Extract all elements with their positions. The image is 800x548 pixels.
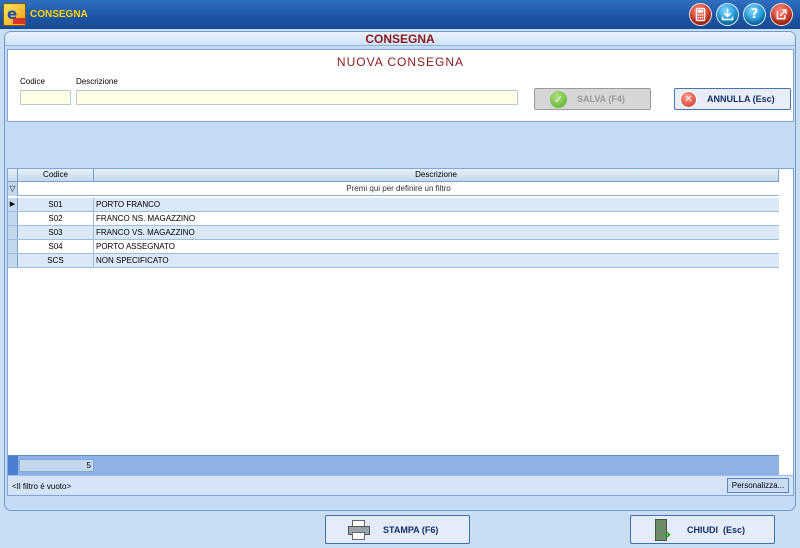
- exit-icon: [776, 9, 787, 20]
- table-row[interactable]: S02 FRANCO NS. MAGAZZINO: [8, 212, 779, 226]
- cell-codice[interactable]: S04: [18, 240, 94, 253]
- table-row[interactable]: S03 FRANCO VS. MAGAZZINO: [8, 226, 779, 240]
- save-button-label: SALVA (F4): [577, 94, 625, 104]
- cell-codice[interactable]: S01: [18, 198, 94, 211]
- filter-prompt[interactable]: Premi qui per definire un filtro: [18, 182, 779, 195]
- title-bar: e CONSEGNA ?: [0, 0, 800, 29]
- calculator-button[interactable]: [689, 3, 712, 26]
- codice-label: Codice: [20, 77, 45, 86]
- cell-descrizione[interactable]: FRANCO VS. MAGAZZINO: [94, 226, 779, 239]
- filter-icon: ▽: [8, 182, 18, 196]
- grid-summary-footer: 5: [8, 455, 779, 475]
- current-row-pointer-icon: ▶: [8, 198, 18, 211]
- cancel-button[interactable]: ✕ ANNULLA (Esc): [674, 88, 791, 110]
- grid-rows: ▶ S01 PORTO FRANCO S02 FRANCO NS. MAGAZZ…: [8, 198, 779, 268]
- download-icon: [721, 8, 734, 21]
- cell-descrizione[interactable]: PORTO FRANCO: [94, 198, 779, 211]
- table-row[interactable]: SCS NON SPECIFICATO: [8, 254, 779, 268]
- print-button[interactable]: STAMPA (F6): [325, 515, 470, 544]
- cell-descrizione[interactable]: NON SPECIFICATO: [94, 254, 779, 267]
- app-logo-icon[interactable]: e: [3, 3, 26, 26]
- row-indicator-header: [8, 169, 18, 182]
- panel-header: CONSEGNA: [5, 32, 795, 46]
- cell-descrizione[interactable]: FRANCO NS. MAGAZZINO: [94, 212, 779, 225]
- download-button[interactable]: [716, 3, 739, 26]
- row-indicator: [8, 254, 18, 267]
- exit-button[interactable]: [770, 3, 793, 26]
- descrizione-field[interactable]: [76, 90, 518, 105]
- save-button[interactable]: ✓ SALVA (F4): [534, 88, 651, 110]
- record-count: 5: [19, 459, 94, 472]
- close-button[interactable]: ➜ CHIUDI (Esc): [630, 515, 775, 544]
- cell-codice[interactable]: SCS: [18, 254, 94, 267]
- row-indicator: [8, 226, 18, 239]
- main-panel: CONSEGNA NUOVA CONSEGNA Codice Descrizio…: [4, 31, 796, 511]
- data-grid: Codice Descrizione ▽ Premi qui per defin…: [7, 168, 794, 496]
- table-row[interactable]: S04 PORTO ASSEGNATO: [8, 240, 779, 254]
- column-header-descrizione[interactable]: Descrizione: [94, 169, 779, 182]
- printer-icon: [348, 520, 370, 540]
- form-title: NUOVA CONSEGNA: [336, 55, 465, 69]
- codice-field[interactable]: [20, 90, 71, 105]
- cancel-icon: ✕: [680, 91, 697, 108]
- panel-title: CONSEGNA: [365, 32, 435, 46]
- column-header-codice[interactable]: Codice: [18, 169, 94, 182]
- edit-form: NUOVA CONSEGNA Codice Descrizione ✓ SALV…: [7, 49, 794, 122]
- calculator-icon: [695, 7, 706, 22]
- descrizione-label: Descrizione: [76, 77, 118, 86]
- grid-status-bar: <Il filtro è vuoto> Personalizza...: [8, 475, 793, 495]
- cell-descrizione[interactable]: PORTO ASSEGNATO: [94, 240, 779, 253]
- help-icon: ?: [750, 7, 759, 22]
- customize-button[interactable]: Personalizza...: [727, 478, 789, 493]
- filter-status-text: <Il filtro è vuoto>: [12, 482, 72, 491]
- close-button-label: CHIUDI (Esc): [687, 524, 746, 535]
- print-button-label: STAMPA (F6): [383, 524, 439, 535]
- filter-row[interactable]: ▽ Premi qui per definire un filtro: [8, 182, 779, 196]
- check-icon: ✓: [550, 91, 567, 108]
- table-row[interactable]: ▶ S01 PORTO FRANCO: [8, 198, 779, 212]
- cancel-button-label: ANNULLA (Esc): [707, 94, 775, 104]
- cell-codice[interactable]: S03: [18, 226, 94, 239]
- row-indicator: [8, 212, 18, 225]
- grid-header: Codice Descrizione: [8, 169, 779, 182]
- cell-codice[interactable]: S02: [18, 212, 94, 225]
- window-title: CONSEGNA: [30, 9, 88, 20]
- exit-door-icon: ➜: [653, 519, 673, 541]
- row-indicator: [8, 240, 18, 253]
- footer-indicator: [8, 456, 18, 475]
- help-button[interactable]: ?: [743, 3, 766, 26]
